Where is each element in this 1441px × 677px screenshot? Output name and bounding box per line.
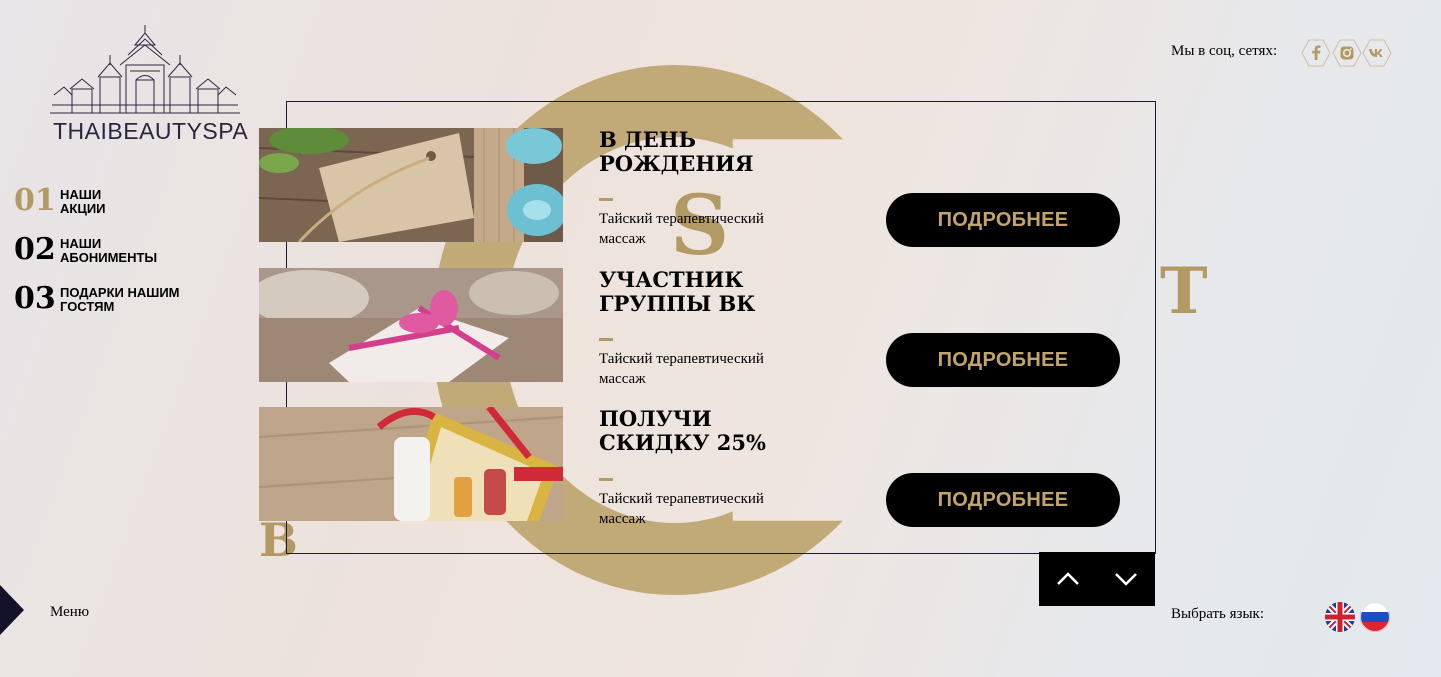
english-flag-icon[interactable] (1325, 602, 1355, 632)
offer-description: Тайский терапевтический массаж (599, 491, 764, 527)
instagram-icon[interactable] (1332, 38, 1362, 68)
offer-description: Тайский терапевтический массаж (599, 211, 764, 247)
nav-label: НАШИ АБОНИМЕНТЫ (60, 236, 158, 265)
nav-label: НАШИ АКЦИИ (60, 187, 106, 216)
offer-title: УЧАСТНИК ГРУППЫ ВК (599, 267, 756, 316)
offer-image-discount (259, 407, 563, 521)
nav-item-subscriptions[interactable]: 02 НАШИ АБОНИМЕНТЫ (14, 235, 157, 265)
offer-title: ПОЛУЧИ СКИДКУ 25% (599, 406, 766, 455)
brand-name: THAIBEAUTYSPA (53, 118, 249, 144)
offer-title: В ДЕНЬ РОЖДЕНИЯ (599, 127, 754, 176)
menu-label[interactable]: Меню (50, 604, 89, 621)
vk-icon[interactable] (1362, 38, 1392, 68)
nav-number: 03 (14, 281, 56, 316)
offer-image-birthday (259, 128, 563, 242)
offer-details-button[interactable]: ПОДРОБНЕЕ (886, 333, 1120, 387)
social-label: Мы в соц, сетях: (1171, 43, 1278, 59)
nav-number: 01 (14, 183, 56, 218)
russian-flag-icon[interactable] (1360, 602, 1390, 632)
decorative-letter-t: T (1160, 254, 1208, 329)
offer-divider (599, 338, 613, 341)
offer-details-button[interactable]: ПОДРОБНЕЕ (886, 193, 1120, 247)
nav-label: ПОДАРКИ НАШИМ ГОСТЯМ (60, 285, 180, 314)
language-label: Выбрать язык: (1171, 606, 1264, 622)
nav-item-promotions[interactable]: 01 НАШИ АКЦИИ (14, 186, 106, 216)
facebook-icon[interactable] (1301, 38, 1331, 68)
offer-description: Тайский терапевтический массаж (599, 351, 764, 387)
slider-arrows (1039, 552, 1155, 606)
nav-number: 02 (14, 232, 56, 267)
arrow-down-icon[interactable] (1097, 552, 1155, 606)
arrow-up-icon[interactable] (1039, 552, 1097, 606)
offer-divider (599, 198, 613, 201)
offer-divider (599, 478, 613, 481)
nav-item-gifts[interactable]: 03 ПОДАРКИ НАШИМ ГОСТЯМ (14, 284, 180, 314)
menu-toggle-icon[interactable] (0, 585, 24, 635)
offer-details-button[interactable]: ПОДРОБНЕЕ (886, 473, 1120, 527)
offer-image-vk-member (259, 268, 563, 382)
